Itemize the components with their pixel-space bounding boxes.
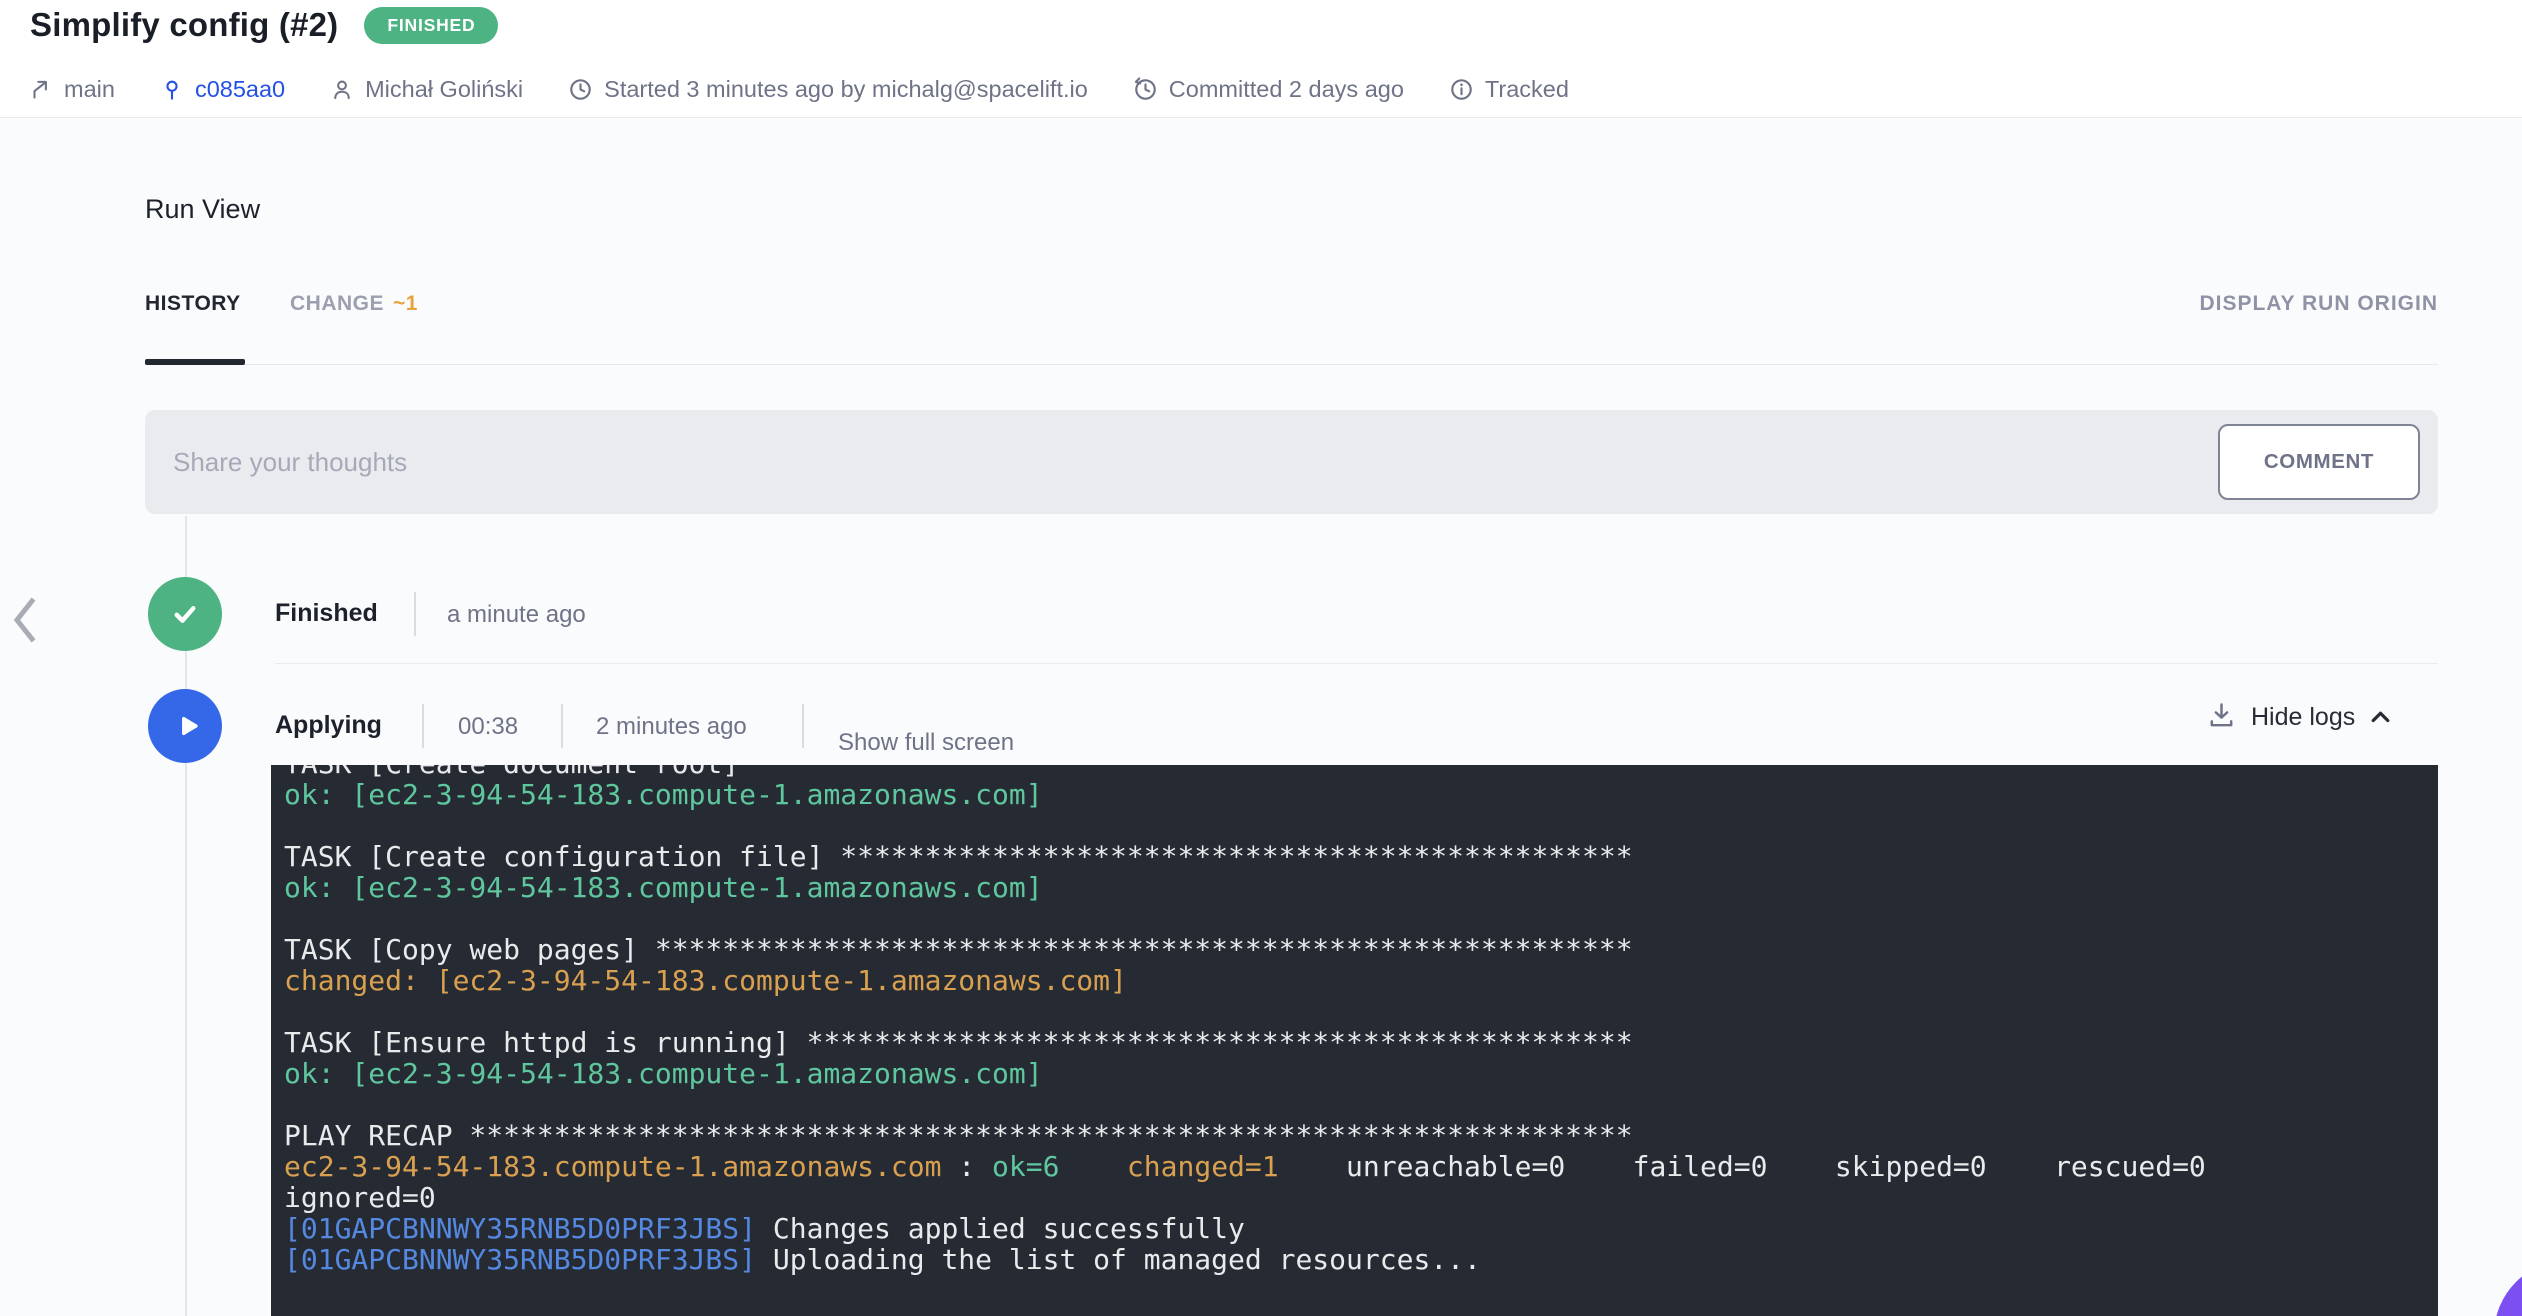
divider xyxy=(561,704,563,748)
tracked-item: Tracked xyxy=(1448,76,1569,103)
run-view-heading: Run View xyxy=(145,194,261,224)
chevron-up-icon xyxy=(2371,711,2390,722)
collapse-panel-button[interactable] xyxy=(6,594,42,649)
hide-logs-label: Hide logs xyxy=(2251,702,2356,731)
started-text: Started 3 minutes ago by michalg@spaceli… xyxy=(604,76,1088,102)
divider xyxy=(422,704,424,748)
applying-duration: 00:38 xyxy=(458,713,519,740)
play-icon xyxy=(181,716,198,736)
comment-button[interactable]: COMMENT xyxy=(2217,424,2420,500)
history-clock-icon xyxy=(1134,77,1156,100)
download-icon xyxy=(2210,703,2233,727)
status-badge: FINISHED xyxy=(364,6,499,44)
chevron-left-icon xyxy=(13,597,36,643)
applying-status-icon xyxy=(148,689,222,763)
hide-logs-toggle[interactable]: Hide logs xyxy=(2251,703,2395,732)
applying-time-ago: 2 minutes ago xyxy=(596,713,747,740)
committed-text: Committed 2 days ago xyxy=(1168,76,1404,102)
title-row: Simplify config (#2) FINISHED xyxy=(30,6,499,44)
comment-box: COMMENT xyxy=(145,410,2438,514)
tab-change[interactable]: CHANGE ~1 xyxy=(290,292,418,316)
finished-time-ago: a minute ago xyxy=(447,601,586,628)
page-title: Simplify config (#2) xyxy=(30,6,339,43)
download-logs-button[interactable] xyxy=(2206,700,2237,734)
author-item: Michał Goliński xyxy=(329,76,523,103)
branch-icon xyxy=(33,80,47,99)
finished-label: Finished xyxy=(275,599,378,627)
show-full-screen-link[interactable]: Show full screen xyxy=(838,729,1014,757)
run-detail-page: Simplify config (#2) FINISHED main c085a… xyxy=(0,0,2522,1316)
divider xyxy=(414,592,416,636)
branch-link[interactable]: main xyxy=(28,76,115,103)
check-icon xyxy=(174,606,196,623)
committed-item: Committed 2 days ago xyxy=(1132,76,1404,103)
run-header: Simplify config (#2) FINISHED main c085a… xyxy=(0,0,2522,118)
change-count-badge: ~1 xyxy=(393,292,418,315)
terminal-log: TASK [Create document root] ************… xyxy=(284,765,2206,1276)
tracked-text: Tracked xyxy=(1484,76,1569,102)
terminal-log-panel[interactable]: TASK [Create document root] ************… xyxy=(271,765,2438,1316)
applying-label: Applying xyxy=(275,711,382,739)
tabs-border xyxy=(145,364,2438,365)
row-divider xyxy=(275,663,2438,664)
logs-controls: Hide logs xyxy=(2206,700,2395,734)
help-widget-button[interactable] xyxy=(2494,1260,2522,1316)
clock-icon xyxy=(570,79,591,100)
commit-icon xyxy=(166,80,178,100)
meta-row: main c085aa0 Michał Goliński Started 3 m… xyxy=(28,76,1569,103)
commit-sha: c085aa0 xyxy=(194,76,286,102)
tab-history[interactable]: HISTORY xyxy=(145,292,241,316)
started-item: Started 3 minutes ago by michalg@spaceli… xyxy=(567,76,1088,103)
finished-status-icon xyxy=(148,577,222,651)
branch-name: main xyxy=(64,76,115,102)
active-tab-underline xyxy=(145,359,245,365)
author-name: Michał Goliński xyxy=(365,76,524,102)
display-run-origin-button[interactable]: DISPLAY RUN ORIGIN xyxy=(2199,292,2438,316)
divider xyxy=(802,704,804,748)
commit-link[interactable]: c085aa0 xyxy=(159,76,285,103)
info-icon xyxy=(1451,79,1472,100)
comment-input[interactable] xyxy=(145,410,2438,514)
person-icon xyxy=(334,80,350,99)
tab-change-label: CHANGE xyxy=(290,292,385,315)
